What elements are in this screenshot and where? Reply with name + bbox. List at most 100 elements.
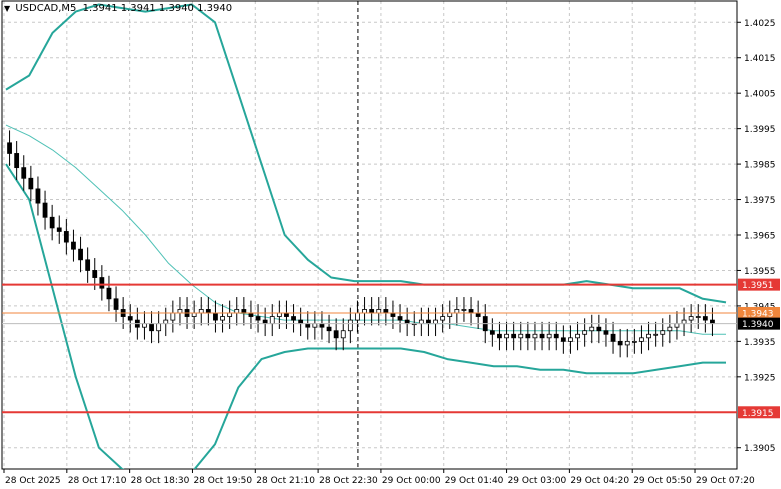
candle-body[interactable] xyxy=(518,333,524,339)
candle-body[interactable] xyxy=(362,309,367,314)
candle-body[interactable] xyxy=(35,188,41,204)
candle-body[interactable] xyxy=(575,333,580,339)
candle-body[interactable] xyxy=(269,316,275,325)
candle-body[interactable] xyxy=(610,333,616,342)
candle-body[interactable] xyxy=(440,316,446,321)
price-chart[interactable]: 1.4025 1.4015 1.4005 1.3995 1.3985 1.3975 1.39… xyxy=(0,0,781,489)
candle-body[interactable] xyxy=(163,319,169,325)
candle-body[interactable] xyxy=(397,316,403,321)
candle-body[interactable] xyxy=(646,333,651,339)
candle-body[interactable] xyxy=(99,277,105,289)
candle-body[interactable] xyxy=(85,259,91,271)
candle-body[interactable] xyxy=(170,312,176,321)
candle-body[interactable] xyxy=(553,333,559,339)
candle-body[interactable] xyxy=(376,309,382,314)
candle-body[interactable] xyxy=(667,326,673,332)
candle-body[interactable] xyxy=(234,309,240,314)
candle-body[interactable] xyxy=(546,333,552,339)
candle-body[interactable] xyxy=(589,326,595,332)
candle-body[interactable] xyxy=(305,323,311,328)
candle-body[interactable] xyxy=(333,330,339,339)
candle-body[interactable] xyxy=(560,337,566,342)
candle-body[interactable] xyxy=(660,330,666,335)
candle-body[interactable] xyxy=(603,330,609,335)
y-tick-label: 1.3935 xyxy=(744,338,776,348)
candle-body[interactable] xyxy=(702,316,708,321)
candle-body[interactable] xyxy=(191,312,197,317)
candle-body[interactable] xyxy=(568,337,573,342)
candle-body[interactable] xyxy=(142,323,147,328)
candle-body[interactable] xyxy=(106,287,112,300)
candle-body[interactable] xyxy=(624,340,630,346)
candle-body[interactable] xyxy=(710,319,715,325)
candle-body[interactable] xyxy=(681,319,687,325)
candle-body[interactable] xyxy=(582,330,588,335)
candle-body[interactable] xyxy=(688,316,694,321)
candle-body[interactable] xyxy=(461,309,467,311)
candle-body[interactable] xyxy=(78,248,83,261)
candle-body[interactable] xyxy=(177,309,183,314)
candle-body[interactable] xyxy=(42,202,48,218)
candle-body[interactable] xyxy=(511,333,517,339)
candle-body[interactable] xyxy=(255,316,261,321)
candle-body[interactable] xyxy=(276,312,282,317)
candle-body[interactable] xyxy=(21,167,27,179)
candle-body[interactable] xyxy=(454,309,460,314)
candle-body[interactable] xyxy=(433,319,438,325)
candle-body[interactable] xyxy=(156,323,162,332)
candle-body[interactable] xyxy=(369,309,375,314)
candle-body[interactable] xyxy=(390,312,396,317)
candle-body[interactable] xyxy=(639,337,644,342)
candle-body[interactable] xyxy=(631,340,637,343)
candle-body[interactable] xyxy=(127,316,133,321)
candle-body[interactable] xyxy=(284,312,289,317)
candle-body[interactable] xyxy=(653,333,659,336)
candle-body[interactable] xyxy=(262,319,268,325)
candle-body[interactable] xyxy=(489,330,495,335)
candle-body[interactable] xyxy=(227,312,233,317)
chart-window[interactable]: 1.4025 1.4015 1.4005 1.3995 1.3985 1.3975 1.39… xyxy=(0,0,781,489)
candle-body[interactable] xyxy=(63,231,69,243)
candle-body[interactable] xyxy=(298,319,304,325)
candle-body[interactable] xyxy=(347,319,353,332)
candle-body[interactable] xyxy=(418,319,424,325)
candle-body[interactable] xyxy=(213,312,218,321)
candle-body[interactable] xyxy=(340,330,346,339)
candle-body[interactable] xyxy=(248,312,254,317)
triangle-down-icon[interactable]: ▼ xyxy=(4,4,10,13)
candle-body[interactable] xyxy=(205,309,211,314)
candle-body[interactable] xyxy=(92,270,98,278)
candle-body[interactable] xyxy=(674,323,680,328)
candle-body[interactable] xyxy=(497,333,502,339)
candle-body[interactable] xyxy=(149,323,154,332)
candle-body[interactable] xyxy=(319,323,325,328)
candle-body[interactable] xyxy=(475,312,481,317)
candle-body[interactable] xyxy=(113,298,119,310)
candle-body[interactable] xyxy=(504,333,509,339)
candle-body[interactable] xyxy=(532,333,538,339)
candle-body[interactable] xyxy=(447,312,453,317)
candle-body[interactable] xyxy=(241,309,247,314)
candle-body[interactable] xyxy=(355,312,360,321)
candle-body[interactable] xyxy=(617,340,623,346)
candle-body[interactable] xyxy=(596,326,602,332)
candle-body[interactable] xyxy=(404,319,410,325)
candle-body[interactable] xyxy=(7,142,12,154)
y-tick-label: 1.3995 xyxy=(744,125,776,135)
candle-body[interactable] xyxy=(326,326,332,332)
candle-body[interactable] xyxy=(28,177,34,190)
candle-body[interactable] xyxy=(71,241,76,250)
candle-body[interactable] xyxy=(291,316,296,321)
candle-body[interactable] xyxy=(426,319,431,325)
candle-body[interactable] xyxy=(220,316,225,321)
candle-body[interactable] xyxy=(468,309,474,314)
candle-body[interactable] xyxy=(383,309,389,314)
candle-body[interactable] xyxy=(525,333,531,339)
candle-body[interactable] xyxy=(14,153,20,169)
candle-body[interactable] xyxy=(56,227,62,232)
candle-body[interactable] xyxy=(49,216,55,229)
candle-body[interactable] xyxy=(695,316,701,318)
candle-body[interactable] xyxy=(539,333,545,339)
candle-body[interactable] xyxy=(198,309,204,314)
candle-body[interactable] xyxy=(312,323,318,328)
